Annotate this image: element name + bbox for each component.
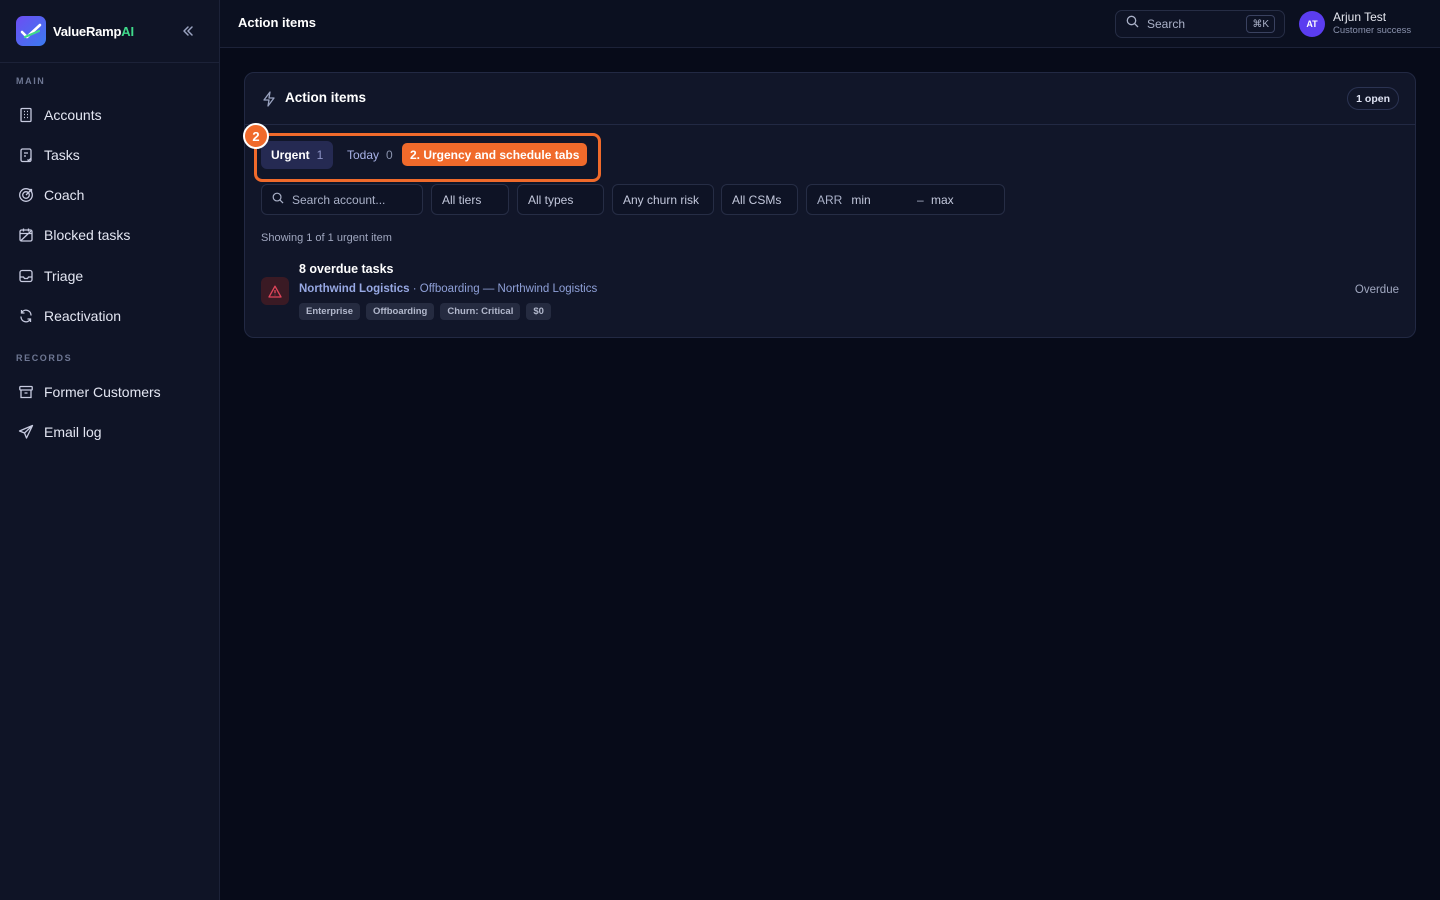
refresh-icon [18,308,34,324]
sidebar-item-label: Triage [44,268,84,284]
sidebar-item-reactivation[interactable]: Reactivation [8,300,212,332]
status-text: Overdue [1354,284,1399,296]
sidebar-item-email-log[interactable]: Email log [8,416,212,448]
brand-logo-icon [16,16,46,46]
action-item-subtitle: Northwind Logistics · Offboarding — Nort… [299,283,597,295]
account-link[interactable]: Northwind Logistics [299,283,410,295]
sidebar-item-coach[interactable]: Coach [8,179,212,211]
account-search-input[interactable]: Search account... [261,184,423,215]
calendar-off-icon [18,227,34,243]
topbar: Action items Search ⌘K AT Arjun Test Cus… [220,0,1440,48]
send-icon [18,424,34,440]
section-label-main: MAIN [16,76,46,86]
brand-name: ValueRampAI [53,23,134,39]
sidebar-item-tasks[interactable]: Tasks [8,139,212,171]
type-filter[interactable]: All types [517,184,604,215]
section-label-records: RECORDS [16,353,73,363]
search-icon [272,192,284,207]
tag-churn: Churn: Critical [440,303,521,320]
page-title: Action items [238,15,317,30]
building-icon [18,107,34,123]
action-item-row[interactable]: 8 overdue tasks Northwind Logistics · Of… [261,259,1399,323]
tag-arr: $0 [526,303,551,320]
arr-label: ARR [817,192,843,207]
search-label: Search [1147,17,1186,31]
tag-list: Enterprise Offboarding Churn: Critical $… [299,303,551,320]
sidebar-item-label: Former Customers [44,384,161,400]
clipboard-icon [18,147,34,163]
sidebar-item-triage[interactable]: Triage [8,260,212,292]
action-items-card: Action items 1 open Urgent 1 Today 0 2 2… [243,72,1416,338]
sidebar: ValueRampAI MAIN Accounts Tasks Coach Bl… [0,0,220,900]
user-name: Arjun Test [1333,10,1387,24]
csm-filter[interactable]: All CSMs [721,184,798,215]
arr-range-separator: – [917,192,924,207]
inbox-icon [18,268,34,284]
bolt-icon [262,91,276,112]
sidebar-divider [0,62,220,63]
tag-tier: Enterprise [299,303,360,320]
churn-risk-filter[interactable]: Any churn risk [612,184,714,215]
avatar[interactable]: AT [1299,11,1325,37]
open-count-badge: 1 open [1347,87,1399,110]
annotation-number: 2 [243,123,269,149]
collapse-sidebar-icon[interactable] [178,22,198,40]
arr-max-input[interactable]: max [931,193,954,207]
sidebar-item-label: Coach [44,187,85,203]
target-icon [18,187,34,203]
user-role: Customer success [1333,25,1412,36]
sidebar-item-former-customers[interactable]: Former Customers [8,376,212,408]
sidebar-item-blocked-tasks[interactable]: Blocked tasks [8,219,212,251]
search-icon [1126,15,1139,33]
result-count-text: Showing 1 of 1 urgent item [261,232,392,244]
warning-icon [261,277,289,305]
arr-min-input[interactable]: min [851,193,870,207]
global-search[interactable]: Search ⌘K [1115,10,1285,38]
tag-type: Offboarding [366,303,435,320]
sidebar-item-label: Accounts [44,107,102,123]
sidebar-item-label: Reactivation [44,308,122,324]
search-shortcut: ⌘K [1246,15,1275,33]
sidebar-item-label: Email log [44,424,102,440]
sidebar-item-label: Blocked tasks [44,227,131,243]
sidebar-item-label: Tasks [44,147,80,163]
action-item-detail: · Offboarding — Northwind Logistics [409,283,598,295]
search-placeholder: Search account... [292,192,386,207]
card-title: Action items [285,90,367,105]
action-item-title: 8 overdue tasks [299,262,394,276]
annotation-label: 2. Urgency and schedule tabs [402,143,588,166]
arr-range-filter: ARR min – max [806,184,1005,215]
sidebar-item-accounts[interactable]: Accounts [8,99,212,131]
tier-filter[interactable]: All tiers [431,184,509,215]
brand[interactable]: ValueRampAI [16,15,134,47]
archive-icon [18,384,34,400]
card-header: Action items 1 open [245,73,1415,125]
